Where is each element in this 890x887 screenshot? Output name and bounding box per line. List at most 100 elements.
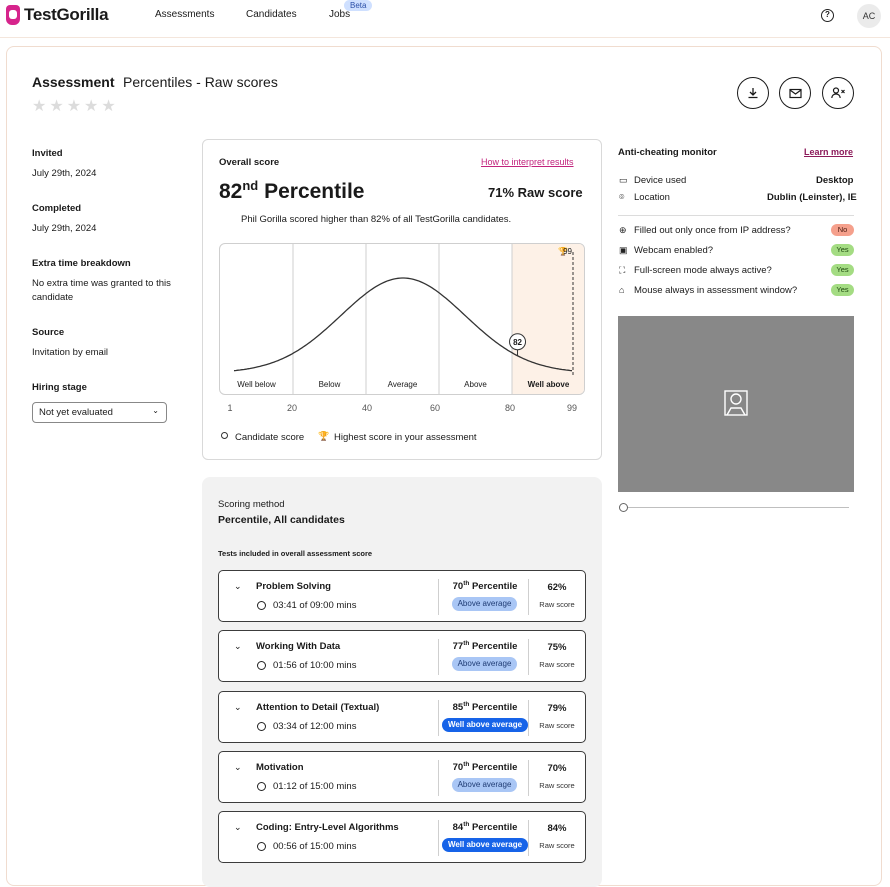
band-label: Well above [528, 380, 570, 389]
percentile-tick: 60 [429, 403, 440, 413]
test-percentile-number: 70 [452, 581, 464, 593]
location-value: Dublin (Leinster), IE [767, 192, 857, 203]
row-divider [438, 820, 439, 856]
chevron-down-icon[interactable]: ⌄ [234, 641, 242, 652]
percentile-chart: Well below Below Average Above Well above 🏆 99… [219, 243, 585, 395]
scoring-method-value: Percentile, All candidates [218, 514, 345, 526]
row-divider [528, 579, 529, 615]
row-divider [528, 760, 529, 796]
test-raw-label: Raw score [539, 781, 575, 790]
snapshot-slider-handle[interactable] [619, 503, 628, 512]
trophy-icon: 🏆 [318, 431, 330, 441]
test-percentile: 85th Percentile [444, 701, 526, 713]
webcam-check-label: Webcam enabled? [634, 245, 714, 256]
test-percentile-number: 84 [452, 822, 464, 834]
band-label: Average [388, 380, 418, 389]
fullscreen-check-badge: Yes [831, 264, 854, 276]
row-divider [438, 700, 439, 736]
location-label: Location [634, 192, 670, 203]
assessment-name: Percentiles - Raw scores [123, 74, 278, 90]
test-percentile-suffix: th [463, 701, 470, 708]
download-button[interactable] [737, 77, 769, 109]
percentile-tick: 1 [227, 403, 233, 413]
webcam-snapshot[interactable] [618, 316, 854, 492]
timer-icon [257, 842, 266, 851]
completed-value: July 29th, 2024 [32, 223, 97, 234]
extra-time-label: Extra time breakdown [32, 258, 131, 269]
test-row[interactable]: ⌄ Motivation 01:12 of 15:00 mins 70th Perce… [218, 751, 586, 803]
reject-candidate-button[interactable] [822, 77, 854, 109]
row-divider [528, 639, 529, 675]
test-row[interactable]: ⌄ Problem Solving 03:41 of 09:00 mins 70th … [218, 570, 586, 622]
test-percentile-suffix: th [463, 580, 470, 587]
fullscreen-check-label: Full-screen mode always active? [634, 265, 772, 276]
chevron-down-icon[interactable]: ⌄ [234, 762, 242, 773]
well-above-highlight [512, 244, 584, 394]
snapshot-slider-track[interactable] [623, 507, 849, 508]
chevron-down-icon[interactable]: ⌄ [234, 581, 242, 592]
distribution-svg: Well below Below Average Above Well above🏆99… [233, 244, 584, 394]
test-time: 03:34 of 12:00 mins [273, 721, 357, 732]
hiring-stage-select[interactable]: Not yet evaluated ⌄ [32, 402, 167, 423]
test-level-badge: Above average [452, 778, 517, 792]
page-title: Assessment [32, 74, 115, 90]
test-percentile-suffix: th [463, 761, 470, 768]
test-raw-label: Raw score [539, 660, 575, 669]
source-value: Invitation by email [32, 347, 109, 358]
extra-time-value: No extra time was granted to this candid… [32, 278, 171, 303]
highest-score-label: 99 [563, 247, 572, 256]
test-raw-label: Raw score [539, 721, 575, 730]
test-raw-score: 79% [547, 703, 567, 714]
ip-check-label: Filled out only once from IP address? [634, 225, 791, 236]
candidate-score-label: 82 [513, 338, 522, 347]
device-value: Desktop [816, 175, 854, 186]
testgorilla-logo[interactable]: TestGorilla [6, 5, 109, 25]
avatar[interactable]: AC [857, 4, 881, 28]
candidate-score-legend-icon [221, 432, 228, 439]
overall-percentile: 82nd Percentile [219, 178, 364, 204]
location-pin-icon: ⌾ [619, 192, 625, 202]
remove-user-icon [830, 87, 845, 99]
percentile-tick: 20 [286, 403, 297, 413]
test-raw-score: 75% [547, 642, 567, 653]
mouse-icon: ⌂ [619, 285, 625, 295]
row-divider [438, 639, 439, 675]
learn-more-link[interactable]: Learn more [804, 147, 853, 157]
test-level-badge: Well above average [442, 838, 528, 852]
monitor-divider [618, 215, 854, 216]
chevron-down-icon[interactable]: ⌄ [234, 702, 242, 713]
test-level-badge: Above average [452, 597, 517, 611]
test-raw-score: 70% [547, 763, 567, 774]
test-percentile-number: 70 [452, 762, 464, 774]
nav-assessments[interactable]: Assessments [155, 9, 214, 20]
nav-candidates[interactable]: Candidates [246, 9, 297, 20]
test-raw-score: 84% [547, 823, 567, 834]
test-percentile-word: Percentile [471, 762, 518, 774]
test-row[interactable]: ⌄ Attention to Detail (Textual) 03:34 of 1… [218, 691, 586, 743]
test-name: Motivation [256, 762, 304, 773]
chevron-down-icon[interactable]: ⌄ [234, 822, 242, 833]
test-time: 00:56 of 15:00 mins [273, 841, 357, 852]
test-percentile: 77th Percentile [444, 640, 526, 652]
monitor-title: Anti-cheating monitor [618, 147, 717, 158]
scoring-method-label: Scoring method [218, 499, 285, 510]
row-divider [528, 700, 529, 736]
timer-icon [257, 722, 266, 731]
desktop-icon: ▭ [619, 175, 628, 185]
percentile-tick: 40 [361, 403, 372, 413]
ip-check-badge: No [831, 224, 854, 236]
test-row[interactable]: ⌄ Working With Data 01:56 of 10:00 mins 77t… [218, 630, 586, 682]
help-icon[interactable]: ? [821, 9, 834, 22]
test-time: 03:41 of 09:00 mins [273, 600, 357, 611]
test-row[interactable]: ⌄ Coding: Entry-Level Algorithms 00:56 of … [218, 811, 586, 863]
highest-score-legend: Highest score in your assessment [334, 432, 477, 443]
test-percentile: 70th Percentile [444, 761, 526, 773]
hiring-stage-value: Not yet evaluated [39, 407, 113, 418]
test-percentile-word: Percentile [471, 702, 518, 714]
interpret-results-link[interactable]: How to interpret results [481, 157, 574, 167]
webcam-check-badge: Yes [831, 244, 854, 256]
test-percentile-suffix: th [463, 640, 470, 647]
band-label: Above [464, 380, 487, 389]
email-button[interactable] [779, 77, 811, 109]
rating-stars[interactable]: ★★★★★ [32, 96, 119, 116]
